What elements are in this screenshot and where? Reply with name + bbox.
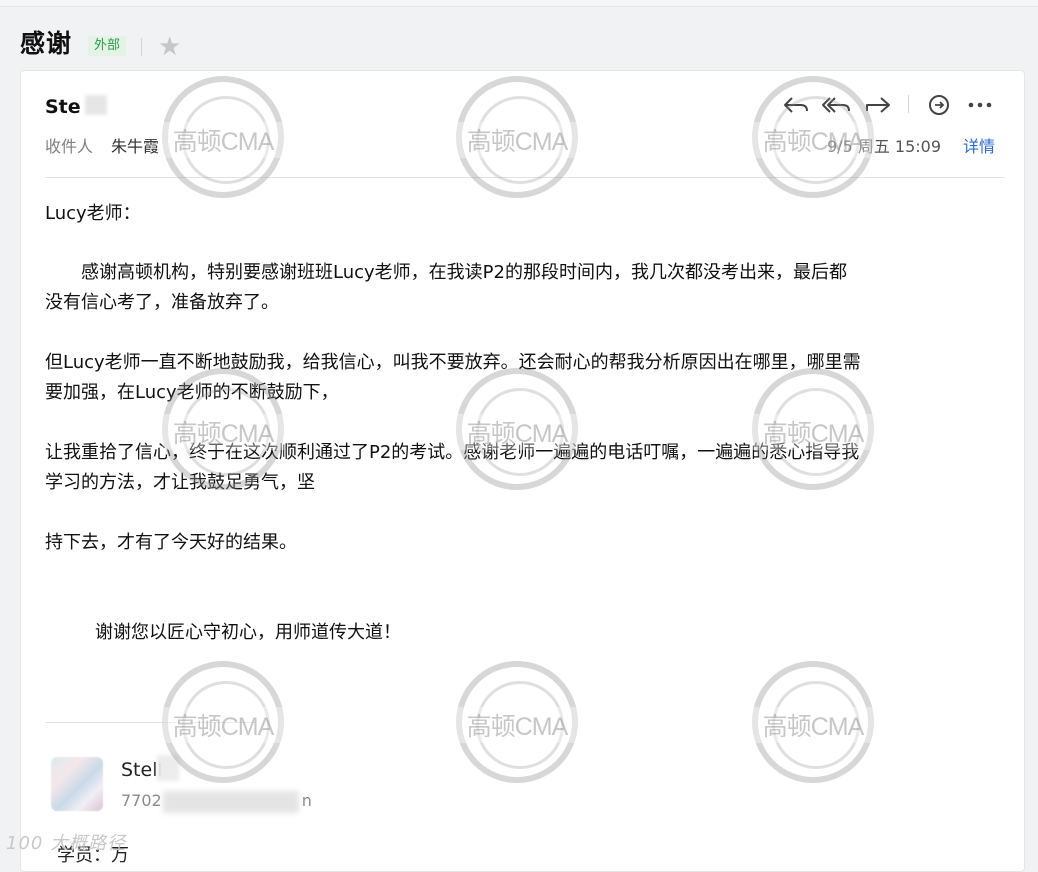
divider — [141, 38, 142, 56]
watermark-text: 高顿CMA — [456, 122, 578, 158]
text-line: 没有信心考了，准备放弃了。 — [45, 292, 279, 313]
watermark: 高顿CMA — [456, 661, 578, 783]
watermark: 高顿CMA — [752, 661, 874, 783]
redaction — [163, 791, 299, 813]
email-prefix: 7702 — [121, 791, 162, 810]
watermark-text: 高顿CMA — [752, 707, 874, 743]
external-badge: 外部 — [88, 36, 127, 56]
avatar — [51, 757, 103, 811]
sender-name: Ste — [45, 96, 81, 118]
closing-line: 谢谢您以匠心守初心，用师道传大道！ — [95, 622, 401, 643]
body-paragraph: 持下去，才有了今天好的结果。 — [45, 532, 297, 553]
watermark-text: 高顿CMA — [162, 707, 284, 743]
divider — [908, 95, 909, 113]
bottom-watermark-logo: 100 大概路径 — [6, 833, 127, 854]
watermark-text: 高顿CMA — [752, 122, 874, 158]
watermark-text: 高顿CMA — [456, 414, 578, 450]
comment-icon[interactable] — [924, 93, 954, 117]
email-subject: 感谢 — [20, 29, 73, 58]
more-icon[interactable] — [965, 93, 995, 117]
redaction — [85, 95, 107, 115]
watermark-text: 高顿CMA — [752, 414, 874, 450]
watermark-text: 高顿CMA — [162, 122, 284, 158]
top-edge — [0, 0, 1038, 7]
star-icon[interactable]: ★ — [158, 32, 181, 62]
scrollbar[interactable] — [1030, 70, 1037, 860]
watermark: 高顿CMA — [752, 76, 874, 198]
watermark-text: 高顿CMA — [456, 707, 578, 743]
details-link[interactable]: 详情 — [963, 133, 995, 157]
subject-bar: 感谢 外部 ★ — [0, 8, 1038, 70]
recipient-name[interactable]: 朱牛霞 — [111, 133, 159, 157]
text-line: 感谢高顿机构，特别要感谢班班Lucy老师，在我读P2的那段时间内，我几次都没考出… — [45, 262, 847, 283]
email-suffix: n — [301, 791, 312, 810]
watermark: 高顿CMA — [162, 661, 284, 783]
watermark: 高顿CMA — [456, 368, 578, 490]
watermark: 高顿CMA — [752, 368, 874, 490]
watermark-text: 高顿CMA — [162, 414, 284, 450]
recipient-label: 收件人 — [45, 137, 94, 156]
watermark: 高顿CMA — [162, 368, 284, 490]
greeting: Lucy老师： — [45, 203, 141, 224]
watermark: 高顿CMA — [456, 76, 578, 198]
watermark: 高顿CMA — [162, 76, 284, 198]
body-paragraph: 感谢高顿机构，特别要感谢班班Lucy老师，在我读P2的那段时间内，我几次都没考出… — [45, 258, 1005, 318]
